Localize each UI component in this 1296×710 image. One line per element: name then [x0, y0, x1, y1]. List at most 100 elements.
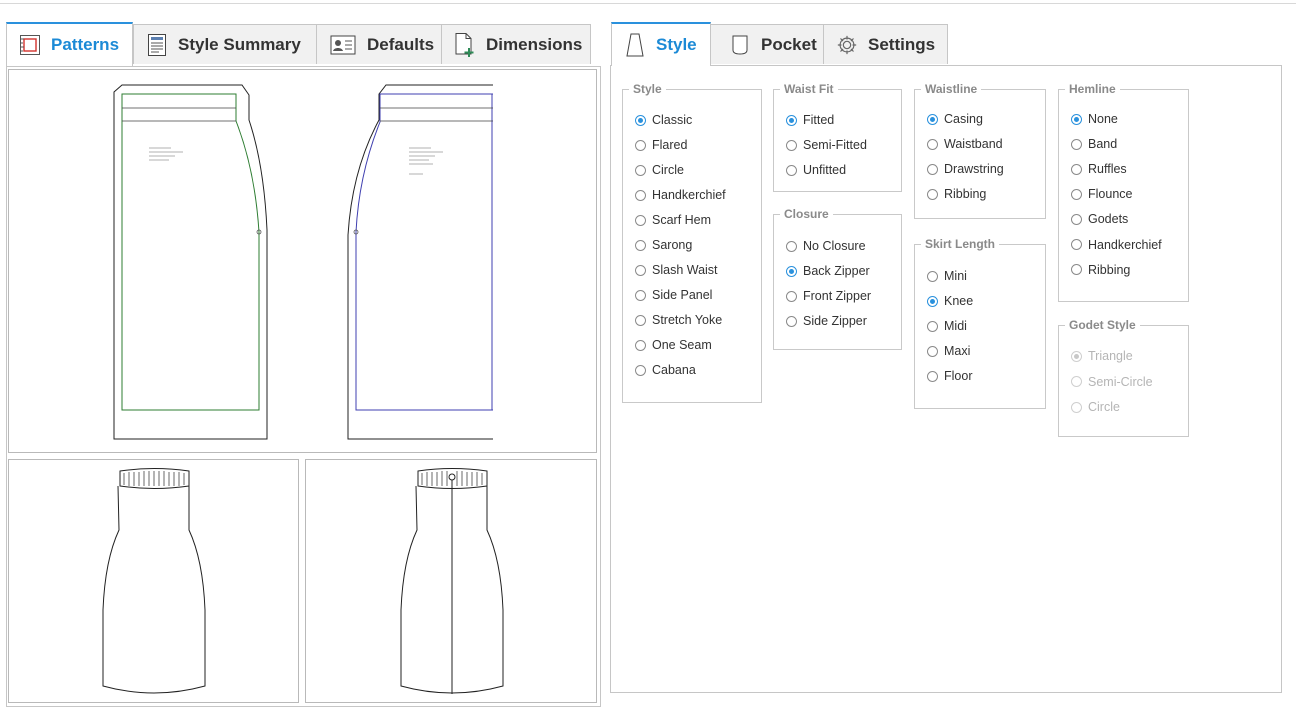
radio-button[interactable] [786, 139, 797, 151]
radio-button[interactable] [786, 240, 797, 252]
radio-waist-fit-semi-fitted[interactable]: Semi-Fitted [786, 137, 867, 153]
radio-button[interactable] [927, 345, 938, 357]
tab-label: Style Summary [178, 34, 301, 54]
radio-label: Ribbing [1088, 262, 1131, 277]
radio-label: Slash Waist [652, 263, 718, 277]
radio-label: Band [1088, 137, 1118, 152]
radio-skirt-length-midi[interactable]: Midi [927, 318, 967, 334]
godet-style-group: Godet Style Triangle Semi-Circle Circle [1058, 318, 1189, 437]
radio-button[interactable] [1071, 264, 1082, 276]
radio-skirt-length-floor[interactable]: Floor [927, 368, 972, 384]
radio-button[interactable] [927, 188, 938, 200]
radio-button[interactable] [927, 163, 938, 175]
radio-button[interactable] [1071, 213, 1082, 225]
radio-style-handkerchief[interactable]: Handkerchief [635, 187, 726, 203]
radio-button[interactable] [1071, 188, 1082, 200]
radio-hemline-godets[interactable]: Godets [1071, 211, 1128, 227]
radio-style-side-panel[interactable]: Side Panel [635, 287, 712, 303]
radio-button[interactable] [927, 138, 938, 150]
radio-style-one-seam[interactable]: One Seam [635, 337, 712, 353]
radio-button[interactable] [786, 290, 797, 302]
radio-hemline-handkerchief[interactable]: Handkerchief [1071, 237, 1162, 253]
radio-button[interactable] [635, 114, 646, 126]
radio-button[interactable] [786, 114, 797, 126]
radio-button[interactable] [635, 239, 646, 251]
radio-style-flared[interactable]: Flared [635, 137, 687, 153]
radio-style-circle[interactable]: Circle [635, 162, 684, 178]
radio-button[interactable] [635, 289, 646, 301]
radio-closure-no-closure[interactable]: No Closure [786, 238, 866, 254]
hemline-legend: Hemline [1065, 82, 1120, 96]
tab-defaults[interactable]: Defaults [316, 24, 442, 64]
radio-label: None [1088, 112, 1118, 126]
hemline-group: Hemline None Band Ruffles Flounce Godets Hand… [1058, 82, 1189, 302]
radio-godet-style-circle: Circle [1071, 399, 1120, 415]
top-divider [0, 3, 1296, 4]
radio-closure-front-zipper[interactable]: Front Zipper [786, 288, 871, 304]
radio-style-classic[interactable]: Classic [635, 112, 692, 128]
radio-button[interactable] [1071, 239, 1082, 250]
radio-style-sarong[interactable]: Sarong [635, 237, 692, 253]
radio-style-slash-waist[interactable]: Slash Waist [635, 262, 718, 278]
radio-waist-fit-unfitted[interactable]: Unfitted [786, 162, 846, 178]
radio-closure-side-zipper[interactable]: Side Zipper [786, 313, 867, 329]
radio-button[interactable] [1071, 113, 1082, 125]
radio-waistline-ribbing[interactable]: Ribbing [927, 186, 986, 202]
radio-closure-back-zipper[interactable]: Back Zipper [786, 263, 870, 279]
radio-button[interactable] [635, 189, 646, 201]
tab-label: Dimensions [486, 34, 583, 54]
radio-waist-fit-fitted[interactable]: Fitted [786, 112, 834, 128]
pattern-canvas [113, 84, 493, 440]
radio-button[interactable] [635, 164, 646, 176]
pattern-icon [19, 33, 41, 57]
radio-hemline-none[interactable]: None [1071, 111, 1118, 127]
radio-hemline-band[interactable]: Band [1071, 136, 1117, 152]
radio-button[interactable] [927, 270, 938, 282]
tab-style[interactable]: Style [611, 22, 711, 66]
add-document-icon [454, 32, 476, 57]
radio-button[interactable] [786, 315, 797, 327]
tab-settings[interactable]: Settings [823, 24, 948, 64]
tab-label: Pocket [761, 34, 817, 54]
radio-skirt-length-maxi[interactable]: Maxi [927, 343, 970, 359]
radio-button[interactable] [786, 164, 797, 176]
radio-button[interactable] [927, 370, 938, 382]
radio-skirt-length-knee[interactable]: Knee [927, 293, 973, 309]
radio-hemline-flounce[interactable]: Flounce [1071, 186, 1132, 202]
tab-dimensions[interactable]: Dimensions [441, 24, 591, 64]
radio-button[interactable] [927, 295, 938, 307]
radio-button[interactable] [635, 264, 646, 276]
radio-skirt-length-mini[interactable]: Mini [927, 268, 967, 284]
radio-style-scarf-hem[interactable]: Scarf Hem [635, 212, 711, 228]
radio-button[interactable] [927, 113, 938, 125]
radio-label: Cabana [652, 363, 696, 377]
tab-style-summary[interactable]: Style Summary [133, 24, 317, 64]
radio-style-cabana[interactable]: Cabana [635, 362, 696, 378]
radio-hemline-ruffles[interactable]: Ruffles [1071, 161, 1127, 177]
radio-waistline-drawstring[interactable]: Drawstring [927, 161, 1004, 177]
skirt-icon [624, 33, 646, 57]
radio-button[interactable] [786, 265, 797, 277]
style-options-panel: Style Classic Flared Circle Handkerchief Sca… [610, 65, 1282, 693]
skirt-length-legend: Skirt Length [921, 237, 1000, 251]
gear-icon [836, 33, 858, 57]
tab-pocket[interactable]: Pocket [710, 24, 824, 64]
back-view-panel [305, 459, 597, 703]
tab-patterns[interactable]: Patterns [6, 22, 133, 66]
tab-label: Settings [868, 34, 936, 54]
radio-button[interactable] [635, 339, 646, 351]
radio-label: Knee [944, 294, 974, 308]
radio-label: Semi-Fitted [803, 138, 867, 152]
radio-button[interactable] [635, 364, 646, 376]
radio-waistline-waistband[interactable]: Waistband [927, 136, 1003, 152]
radio-style-stretch-yoke[interactable]: Stretch Yoke [635, 312, 722, 328]
radio-button[interactable] [635, 214, 646, 226]
radio-button[interactable] [927, 320, 938, 332]
pocket-icon [729, 33, 751, 57]
radio-button[interactable] [1071, 163, 1082, 175]
radio-button[interactable] [1071, 138, 1082, 150]
radio-button[interactable] [635, 314, 646, 326]
radio-button[interactable] [635, 139, 646, 151]
radio-waistline-casing[interactable]: Casing [927, 111, 983, 127]
radio-hemline-ribbing[interactable]: Ribbing [1071, 262, 1130, 278]
